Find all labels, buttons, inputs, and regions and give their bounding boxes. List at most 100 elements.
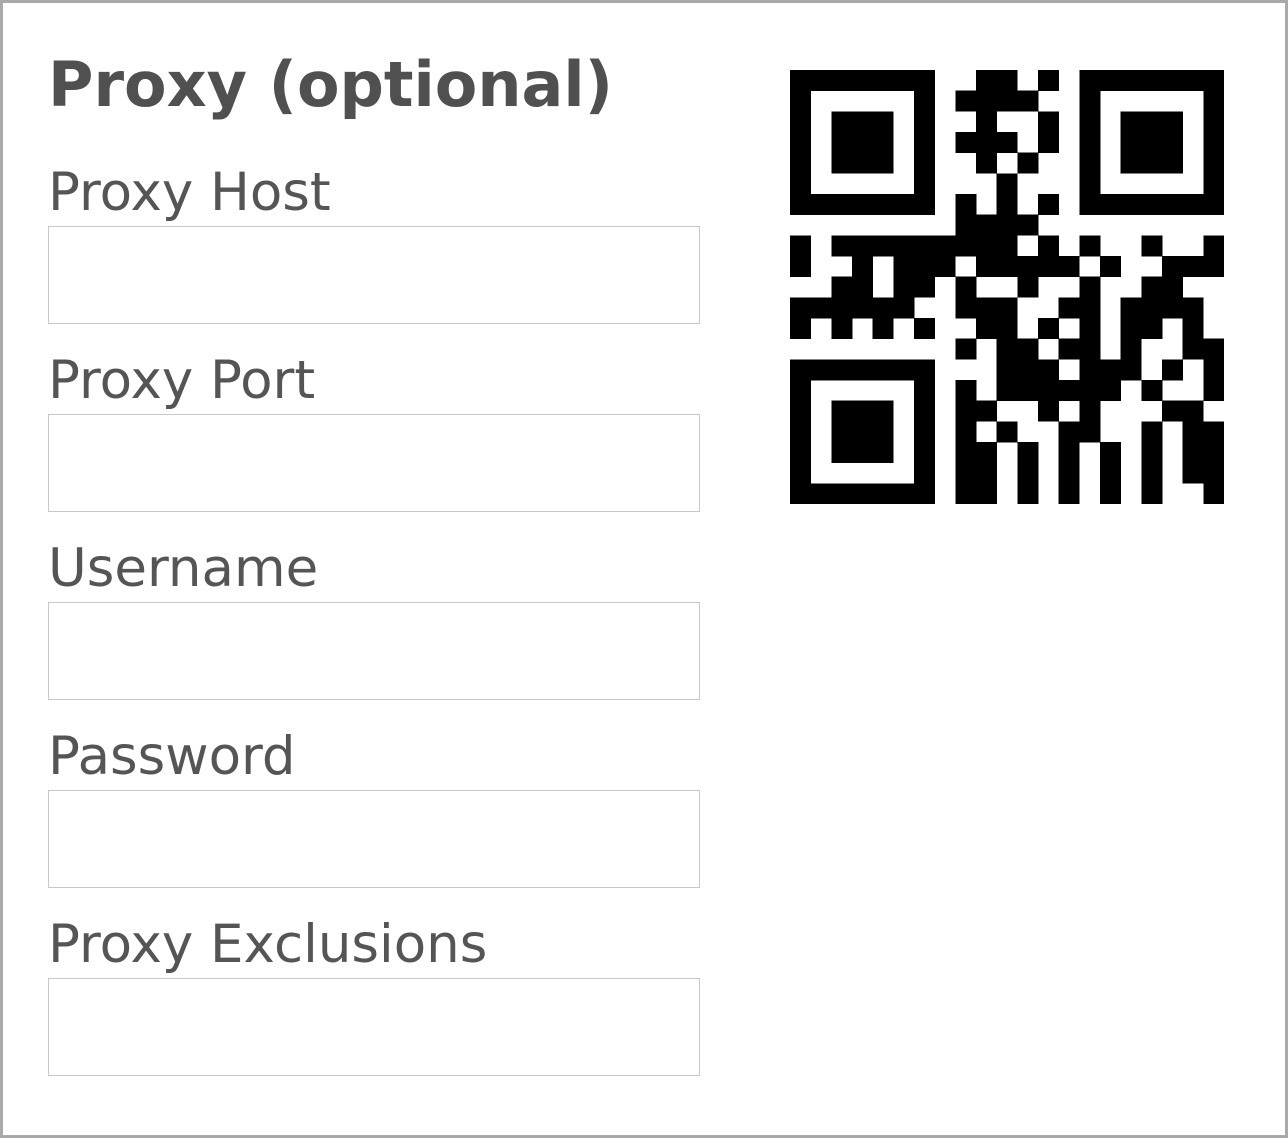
qr-module [872,400,894,422]
qr-module [1079,194,1101,216]
qr-module [1162,276,1184,298]
qr-module [831,194,853,216]
qr-module [1120,111,1142,133]
proxy-port-label: Proxy Port [48,350,316,411]
qr-module [831,400,853,422]
qr-module [1100,194,1122,216]
qr-module [1203,442,1224,464]
qr-module [852,442,874,464]
password-input[interactable] [48,790,700,888]
qr-module [976,132,998,154]
qr-module [872,152,894,174]
qr-module [1079,70,1101,92]
qr-module [852,276,874,298]
qr-module [790,173,812,195]
qr-module [1038,400,1060,422]
proxy-host-label: Proxy Host [48,162,331,223]
proxy-settings-panel: Proxy (optional) Proxy Host Proxy Port U… [0,0,1288,1138]
qr-module [831,483,853,504]
qr-module [1017,90,1039,112]
qr-module [1203,462,1224,484]
qr-module [976,462,998,484]
username-input[interactable] [48,602,700,700]
qr-module [831,297,853,319]
qr-module [852,152,874,174]
qr-module [872,235,894,257]
qr-module [852,132,874,154]
qr-module [1182,256,1204,278]
qr-module [852,235,874,257]
qr-module [914,421,936,443]
proxy-exclusions-input[interactable] [48,978,700,1076]
qr-module [914,462,936,484]
qr-module [831,152,853,174]
qr-module [1120,70,1142,92]
qr-module [893,276,915,298]
qr-module [914,111,936,133]
qr-module [1100,483,1122,504]
qr-module [955,338,977,360]
qr-module [1120,338,1142,360]
qr-module [914,359,936,381]
qr-module [1182,421,1204,443]
qr-module [1203,111,1224,133]
qr-module [1079,421,1101,443]
qr-module [1162,194,1184,216]
qr-module [1162,297,1184,319]
qr-module [1038,359,1060,381]
qr-module [1141,380,1163,402]
qr-module [996,338,1018,360]
qr-module [955,483,977,504]
qr-module [1017,276,1039,298]
qr-module [1120,132,1142,154]
proxy-host-input[interactable] [48,226,700,324]
qr-module [1203,70,1224,92]
qr-module [1100,380,1122,402]
qr-module [1079,111,1101,133]
qr-module [1141,111,1163,133]
qr-module [1079,338,1101,360]
qr-module [976,214,998,236]
qr-module [1058,338,1080,360]
qr-module [1203,380,1224,402]
qr-module [872,70,894,92]
qr-module [790,111,812,133]
qr-module [1058,483,1080,504]
qr-module [914,276,936,298]
qr-module [955,462,977,484]
qr-module [1079,132,1101,154]
qr-module [1141,421,1163,443]
qr-module [976,483,998,504]
qr-module [976,442,998,464]
qr-module [1141,462,1163,484]
qr-module [955,380,977,402]
qr-module [976,152,998,174]
qr-module [996,318,1018,340]
qr-module [955,442,977,464]
qr-module [1182,400,1204,422]
qr-module [872,194,894,216]
qr-module [996,132,1018,154]
qr-module [1203,90,1224,112]
qr-module [1141,152,1163,174]
proxy-port-input[interactable] [48,414,700,512]
qr-module [1017,462,1039,484]
qr-module [1079,380,1101,402]
qr-module [1017,442,1039,464]
qr-module [955,194,977,216]
qr-module [1182,338,1204,360]
qr-module [1038,132,1060,154]
qr-module [790,235,812,257]
qr-module [1100,256,1122,278]
qr-module [1079,400,1101,422]
username-label: Username [48,538,319,599]
qr-module [872,318,894,340]
qr-module [1079,152,1101,174]
qr-module [1079,297,1101,319]
qr-module [996,380,1018,402]
qr-module [1058,256,1080,278]
qr-module [914,152,936,174]
qr-module [1100,359,1122,381]
qr-module [1141,235,1163,257]
qr-module [1203,152,1224,174]
